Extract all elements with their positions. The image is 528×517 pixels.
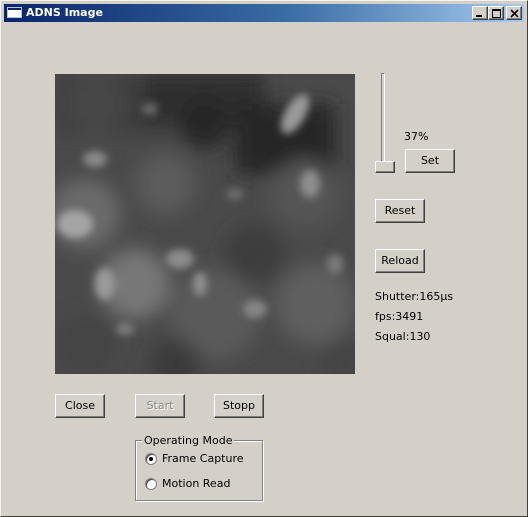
title-bar[interactable]: ADNS Image xyxy=(4,4,524,22)
shutter-slider-thumb[interactable] xyxy=(375,161,395,173)
slider-percent-label: 37% xyxy=(404,130,429,143)
start-button: Start xyxy=(135,394,185,418)
window-app-icon xyxy=(7,7,22,18)
shutter-readout: Shutter:165µs xyxy=(375,290,454,303)
maximize-icon xyxy=(492,9,501,18)
frame-capture-label[interactable]: Frame Capture xyxy=(162,452,244,465)
frame-capture-radio[interactable] xyxy=(145,453,157,465)
close-button[interactable]: Close xyxy=(55,394,105,418)
adns-image-window: ADNS Image 37% Set Reset Reload Shutter:… xyxy=(0,0,528,517)
reload-button[interactable]: Reload xyxy=(375,249,425,273)
close-icon xyxy=(510,9,519,18)
sensor-frame-image xyxy=(55,74,355,374)
shutter-slider-track[interactable] xyxy=(381,73,385,171)
operating-mode-legend: Operating Mode xyxy=(142,434,235,447)
window-title: ADNS Image xyxy=(26,6,103,19)
operating-mode-group xyxy=(135,440,263,501)
minimize-icon xyxy=(476,15,482,17)
reset-button[interactable]: Reset xyxy=(375,199,425,223)
motion-read-radio[interactable] xyxy=(145,478,157,490)
stopp-button[interactable]: Stopp xyxy=(214,394,264,418)
fps-readout: fps:3491 xyxy=(375,310,424,323)
squal-readout: Squal:130 xyxy=(375,330,431,343)
maximize-button[interactable] xyxy=(488,6,504,20)
minimize-button[interactable] xyxy=(472,6,488,20)
motion-read-label[interactable]: Motion Read xyxy=(162,477,230,490)
set-button[interactable]: Set xyxy=(405,149,455,173)
close-window-button[interactable] xyxy=(506,6,522,20)
